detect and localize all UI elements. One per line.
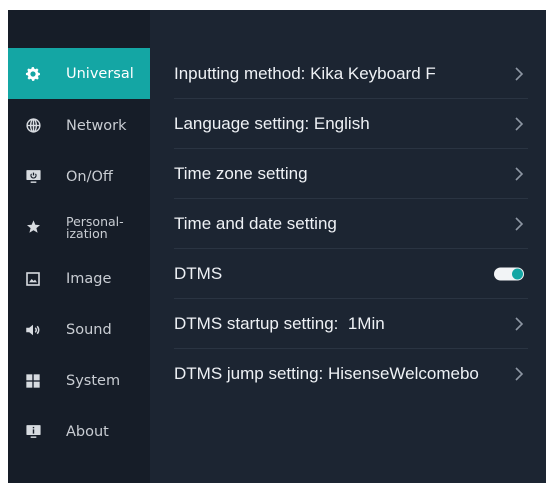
toggle-knob [512,268,523,279]
chevron-right-icon [512,216,526,231]
sidebar-item-label: System [66,372,121,389]
sidebar-item-about[interactable]: About [8,406,150,457]
chevron-right-icon [512,316,526,331]
sidebar-item-label: Personal- ization [66,215,124,241]
image-icon [24,270,42,288]
sidebar-item-universal[interactable]: Universal [8,48,150,99]
chevron-right-icon [512,366,526,381]
dtms-jump-setting-row[interactable]: DTMS jump setting: HisenseWelcomebo [174,349,528,398]
row-label: DTMS startup setting: 1Min [174,313,385,333]
system-grid-icon [24,372,42,390]
row-label: Language setting: English [174,113,370,133]
dtms-toggle[interactable] [494,267,524,280]
chevron-right-icon [512,66,526,81]
sidebar-item-label-line2: ization [66,225,108,241]
sidebar-item-on-off[interactable]: On/Off [8,151,150,202]
row-label: Inputting method: Kika Keyboard F [174,63,436,83]
speaker-icon [24,321,42,339]
sidebar-item-label: About [66,423,109,440]
time-zone-setting-row[interactable]: Time zone setting [174,149,528,199]
dtms-row[interactable]: DTMS [174,249,528,299]
row-label: DTMS jump setting: HisenseWelcomebo [174,363,479,383]
time-and-date-setting-row[interactable]: Time and date setting [174,199,528,249]
sidebar: Universal Network On/Off Personal- izati… [8,10,150,483]
gear-icon [24,65,42,83]
row-label: DTMS [174,263,223,283]
sidebar-item-image[interactable]: Image [8,253,150,304]
settings-list: Inputting method: Kika Keyboard F Langua… [150,10,546,483]
sidebar-item-label: Image [66,270,112,287]
info-monitor-icon [24,423,42,441]
sidebar-item-personalization[interactable]: Personal- ization [8,202,150,253]
sidebar-item-system[interactable]: System [8,355,150,406]
settings-window: Universal Network On/Off Personal- izati… [8,10,546,483]
dtms-startup-setting-row[interactable]: DTMS startup setting: 1Min [174,299,528,349]
sidebar-item-sound[interactable]: Sound [8,304,150,355]
sidebar-item-label: On/Off [66,168,113,185]
row-label: Time and date setting [174,213,337,233]
power-monitor-icon [24,168,42,186]
star-icon [24,219,42,237]
sidebar-item-label: Network [66,117,127,134]
chevron-right-icon [512,166,526,181]
language-setting-row[interactable]: Language setting: English [174,99,528,149]
sidebar-item-label: Sound [66,321,112,338]
sidebar-item-network[interactable]: Network [8,100,150,151]
sidebar-item-label: Universal [66,65,134,82]
inputting-method-row[interactable]: Inputting method: Kika Keyboard F [174,49,528,99]
chevron-right-icon [512,116,526,131]
globe-icon [24,117,42,135]
row-label: Time zone setting [174,163,308,183]
